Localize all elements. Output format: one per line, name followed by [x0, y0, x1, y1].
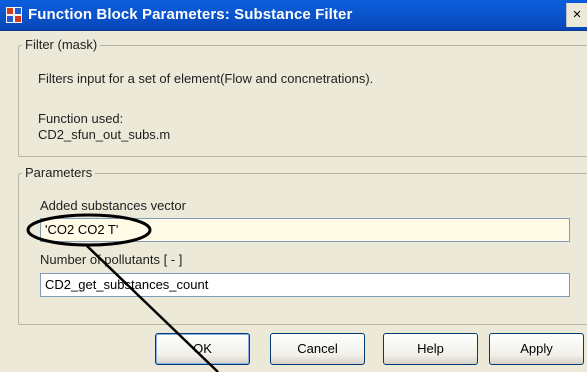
parameters-group-title: Parameters	[22, 165, 96, 180]
pollutants-label: Number of pollutants [ - ]	[40, 252, 183, 267]
function-name: CD2_sfun_out_subs.m	[38, 127, 171, 142]
title-bar[interactable]: Function Block Parameters: Substance Fil…	[0, 0, 587, 31]
function-used-label: Function used:	[38, 111, 124, 126]
ok-button[interactable]: OK	[155, 333, 250, 365]
dialog-window: Function Block Parameters: Substance Fil…	[0, 0, 587, 372]
substances-label: Added substances vector	[40, 198, 186, 213]
cancel-button[interactable]: Cancel	[270, 333, 365, 365]
help-button[interactable]: Help	[383, 333, 478, 365]
close-icon[interactable]: ×	[566, 3, 587, 27]
window-title: Function Block Parameters: Substance Fil…	[28, 6, 353, 23]
mask-description: Filters input for a set of element(Flow …	[38, 71, 374, 86]
pollutants-input[interactable]: CD2_get_substances_count	[40, 273, 570, 297]
simulink-block-icon	[6, 7, 22, 23]
substances-input[interactable]: 'CO2 CO2 T'	[40, 218, 570, 242]
apply-button[interactable]: Apply	[489, 333, 584, 365]
mask-group-title: Filter (mask)	[22, 37, 101, 52]
parameters-group	[18, 173, 587, 325]
